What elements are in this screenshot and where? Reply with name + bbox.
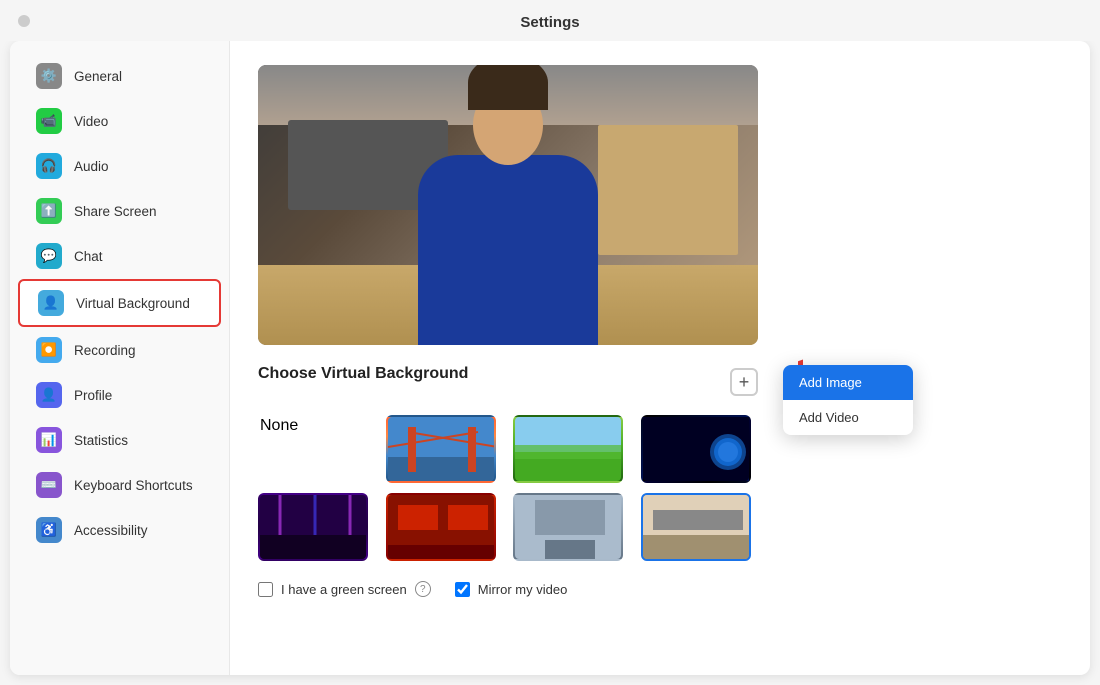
keyboard-shortcuts-icon: ⌨️ [36,472,62,498]
general-icon: ⚙️ [36,63,62,89]
title-bar: Settings [0,0,1100,41]
bg-item-indoor[interactable] [513,493,623,561]
mirror-video-label: Mirror my video [478,582,568,597]
sidebar-item-keyboard-shortcuts[interactable]: ⌨️ Keyboard Shortcuts [18,463,221,507]
green-screen-label: I have a green screen [281,582,407,597]
main-container: ⚙️ General 📹 Video 🎧 Audio ⬆️ Share Screen 💬 Chat… [10,41,1090,675]
bg-item-none[interactable]: None [258,415,368,483]
sidebar-label-keyboard-shortcuts: Keyboard Shortcuts [74,478,193,493]
sidebar-label-accessibility: Accessibility [74,523,148,538]
content-area: Choose Virtual Background + None Add Ima… [230,41,1090,675]
sidebar-label-statistics: Statistics [74,433,128,448]
bg-item-green-field[interactable] [513,415,623,483]
sidebar-label-chat: Chat [74,249,103,264]
footer-options: I have a green screen ? Mirror my video [258,581,1062,597]
share-screen-icon: ⬆️ [36,198,62,224]
video-icon: 📹 [36,108,62,134]
green-screen-help-icon[interactable]: ? [415,581,431,597]
bg-item-conference[interactable] [641,493,751,561]
sidebar-label-virtual-background: Virtual Background [76,296,190,311]
sidebar-label-audio: Audio [74,159,109,174]
bg-item-space[interactable] [641,415,751,483]
sidebar-item-statistics[interactable]: 📊 Statistics [18,418,221,462]
virtual-background-icon: 👤 [38,290,64,316]
accessibility-icon: ♿ [36,517,62,543]
preview-person-body [418,155,598,345]
sidebar-label-general: General [74,69,122,84]
sidebar-item-virtual-background[interactable]: 👤 Virtual Background [18,279,221,327]
sidebar-label-video: Video [74,114,108,129]
mirror-video-checkbox[interactable] [455,582,470,597]
bg-item-golden-gate[interactable] [386,415,496,483]
preview-person-hair [468,65,548,110]
sidebar-item-video[interactable]: 📹 Video [18,99,221,143]
sidebar-item-share-screen[interactable]: ⬆️ Share Screen [18,189,221,233]
recording-icon: ⏺️ [36,337,62,363]
sidebar-item-general[interactable]: ⚙️ General [18,54,221,98]
audio-icon: 🎧 [36,153,62,179]
chat-icon: 💬 [36,243,62,269]
bg-item-studio[interactable] [386,493,496,561]
sidebar: ⚙️ General 📹 Video 🎧 Audio ⬆️ Share Screen 💬 Chat… [10,41,230,675]
add-dropdown-menu: Add ImageAdd Video [783,365,913,435]
sidebar-label-profile: Profile [74,388,112,403]
green-screen-checkbox[interactable] [258,582,273,597]
sidebar-item-recording[interactable]: ⏺️ Recording [18,328,221,372]
section-title: Choose Virtual Background [258,365,468,383]
sidebar-label-share-screen: Share Screen [74,204,157,219]
sidebar-item-profile[interactable]: 👤 Profile [18,373,221,417]
sidebar-item-accessibility[interactable]: ♿ Accessibility [18,508,221,552]
sidebar-label-recording: Recording [74,343,136,358]
dropdown-add-video[interactable]: Add Video [783,400,913,435]
background-grid: None [258,415,758,561]
virtual-background-preview [258,65,758,345]
traffic-light [18,15,30,27]
statistics-icon: 📊 [36,427,62,453]
dropdown-add-image[interactable]: Add Image [783,365,913,400]
add-background-button[interactable]: + [730,368,758,396]
profile-icon: 👤 [36,382,62,408]
green-screen-option: I have a green screen ? [258,581,431,597]
mirror-video-option: Mirror my video [455,582,568,597]
sidebar-item-audio[interactable]: 🎧 Audio [18,144,221,188]
bg-item-stage[interactable] [258,493,368,561]
sidebar-item-chat[interactable]: 💬 Chat [18,234,221,278]
preview-shelf [598,125,738,255]
page-title: Settings [0,14,1100,31]
